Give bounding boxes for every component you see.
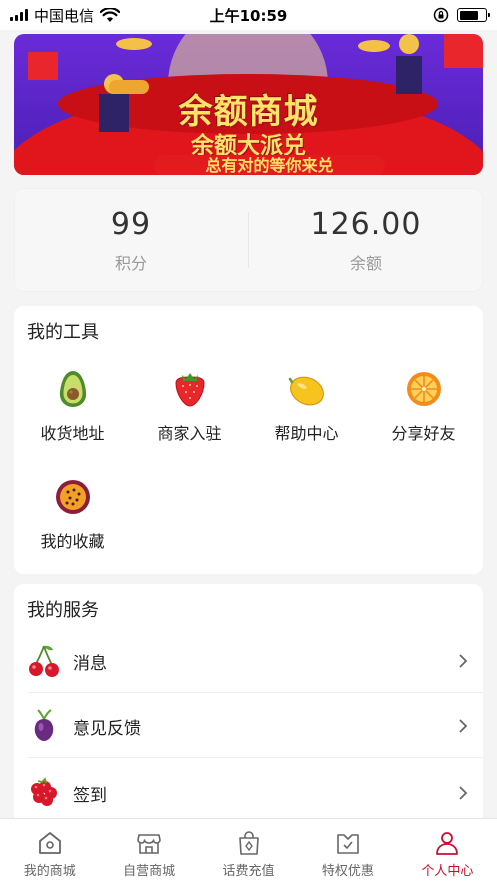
tool-shipping-address[interactable]: 收货地址 <box>14 368 131 448</box>
status-bar: 中国电信 上午10:59 <box>0 0 497 30</box>
home-icon <box>38 832 61 854</box>
status-left: 中国电信 <box>10 5 121 26</box>
tool-label: 帮助中心 <box>274 424 339 443</box>
tab-privileges[interactable]: 特权优惠 <box>298 819 397 883</box>
cherry-icon <box>29 645 59 677</box>
battery-icon <box>457 8 490 22</box>
wifi-icon <box>100 7 121 22</box>
points-label: 积分 <box>114 253 147 273</box>
tab-personal-center[interactable]: 个人中心 <box>398 819 497 883</box>
points-stat[interactable]: 99 积分 <box>14 188 248 292</box>
chevron-right-icon <box>459 654 468 668</box>
bottom-tab-bar: 我的商城 自营商城 话费充值 特权优惠 个人中心 <box>0 818 497 883</box>
points-value: 99 <box>110 206 152 242</box>
balance-value: 126.00 <box>310 206 422 242</box>
signal-icon <box>10 9 28 21</box>
tool-label: 分享好友 <box>391 424 456 443</box>
services-card: 我的服务 消息 意见反馈 签到 <box>14 584 483 824</box>
promo-banner[interactable]: 余额商城 余额大派兑 总有对的等你来兑 <box>14 34 483 175</box>
person-icon <box>436 832 459 855</box>
service-label: 消息 <box>73 653 107 674</box>
services-title: 我的服务 <box>27 600 99 621</box>
tool-merchant-join[interactable]: 商家入驻 <box>131 368 248 448</box>
service-row-messages[interactable]: 消息 <box>14 630 483 692</box>
status-right <box>433 7 490 23</box>
tool-help-center[interactable]: 帮助中心 <box>248 368 365 448</box>
tab-label: 话费充值 <box>222 864 275 879</box>
balance-label: 余额 <box>349 253 382 273</box>
carrier-name: 中国电信 <box>34 6 95 25</box>
service-row-checkin[interactable]: 签到 <box>14 762 483 824</box>
tab-label: 特权优惠 <box>321 864 374 879</box>
rotation-lock-icon <box>433 7 449 23</box>
raspberry-icon <box>31 777 57 806</box>
orange-icon <box>406 372 441 406</box>
avocado-icon <box>59 371 86 407</box>
tab-self-run-mall[interactable]: 自营商城 <box>99 819 198 883</box>
banner-tagline: 总有对的等你来兑 <box>154 155 385 175</box>
chevron-right-icon <box>459 719 468 733</box>
tool-label: 商家入驻 <box>157 424 222 443</box>
stats-card: 99 积分 126.00 余额 <box>14 188 483 292</box>
tab-label: 我的商城 <box>23 864 76 879</box>
tool-share-friends[interactable]: 分享好友 <box>365 368 482 448</box>
lemon-icon <box>288 376 324 406</box>
chevron-right-icon <box>459 786 468 800</box>
passion-fruit-icon <box>55 480 90 514</box>
service-row-feedback[interactable]: 意见反馈 <box>14 695 483 757</box>
tab-label: 自营商城 <box>123 864 176 879</box>
coupon-icon <box>337 834 359 854</box>
shopping-bag-icon <box>238 831 259 855</box>
service-label: 签到 <box>73 785 107 806</box>
tab-my-mall[interactable]: 我的商城 <box>0 819 99 883</box>
beet-icon <box>34 709 54 741</box>
tab-phone-topup[interactable]: 话费充值 <box>199 819 298 883</box>
tab-label: 个人中心 <box>421 864 474 879</box>
strawberry-icon <box>174 373 205 407</box>
tool-label: 我的收藏 <box>40 532 105 551</box>
service-divider <box>28 692 483 693</box>
tools-title: 我的工具 <box>27 322 99 343</box>
tool-favorites[interactable]: 我的收藏 <box>14 476 131 556</box>
store-icon <box>137 834 161 854</box>
balance-stat[interactable]: 126.00 余额 <box>249 188 483 292</box>
service-label: 意见反馈 <box>73 718 141 739</box>
tools-grid: 收货地址 商家入驻 帮助中心 分享好友 我的收藏 <box>14 368 483 556</box>
service-divider <box>28 757 483 758</box>
tool-label: 收货地址 <box>40 424 105 443</box>
tools-card: 我的工具 收货地址 商家入驻 帮助中心 分享好友 我的收藏 <box>14 306 483 574</box>
